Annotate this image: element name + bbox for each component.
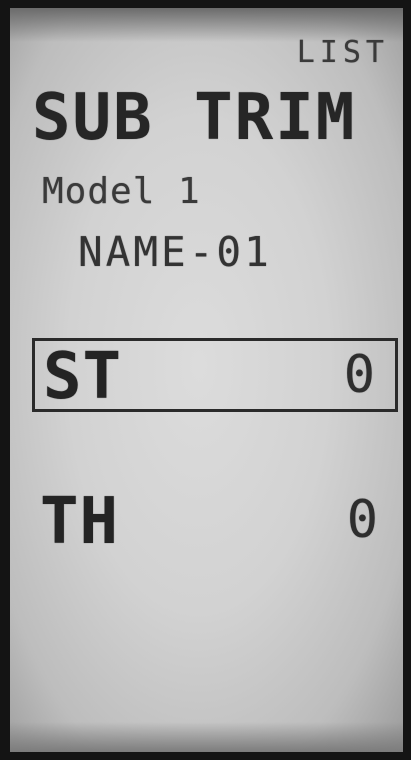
model-number-label: Model 1 — [42, 171, 201, 212]
lcd-screen: LIST SUB TRIM Model 1 NAME-01 ST 0 TH 0 — [10, 8, 403, 752]
device-bezel: LIST SUB TRIM Model 1 NAME-01 ST 0 TH 0 — [0, 0, 411, 760]
list-button[interactable]: LIST — [297, 38, 389, 68]
model-name: NAME-01 — [78, 228, 272, 276]
channel-label-st: ST — [43, 340, 123, 414]
channel-row-st[interactable]: ST 0 — [32, 338, 398, 412]
channel-label-th: TH — [40, 485, 120, 559]
channel-value-th[interactable]: 0 — [347, 494, 378, 546]
channel-row-th[interactable]: TH 0 — [32, 486, 398, 560]
channel-value-st[interactable]: 0 — [344, 349, 375, 401]
screen-title: SUB TRIM — [32, 81, 357, 155]
